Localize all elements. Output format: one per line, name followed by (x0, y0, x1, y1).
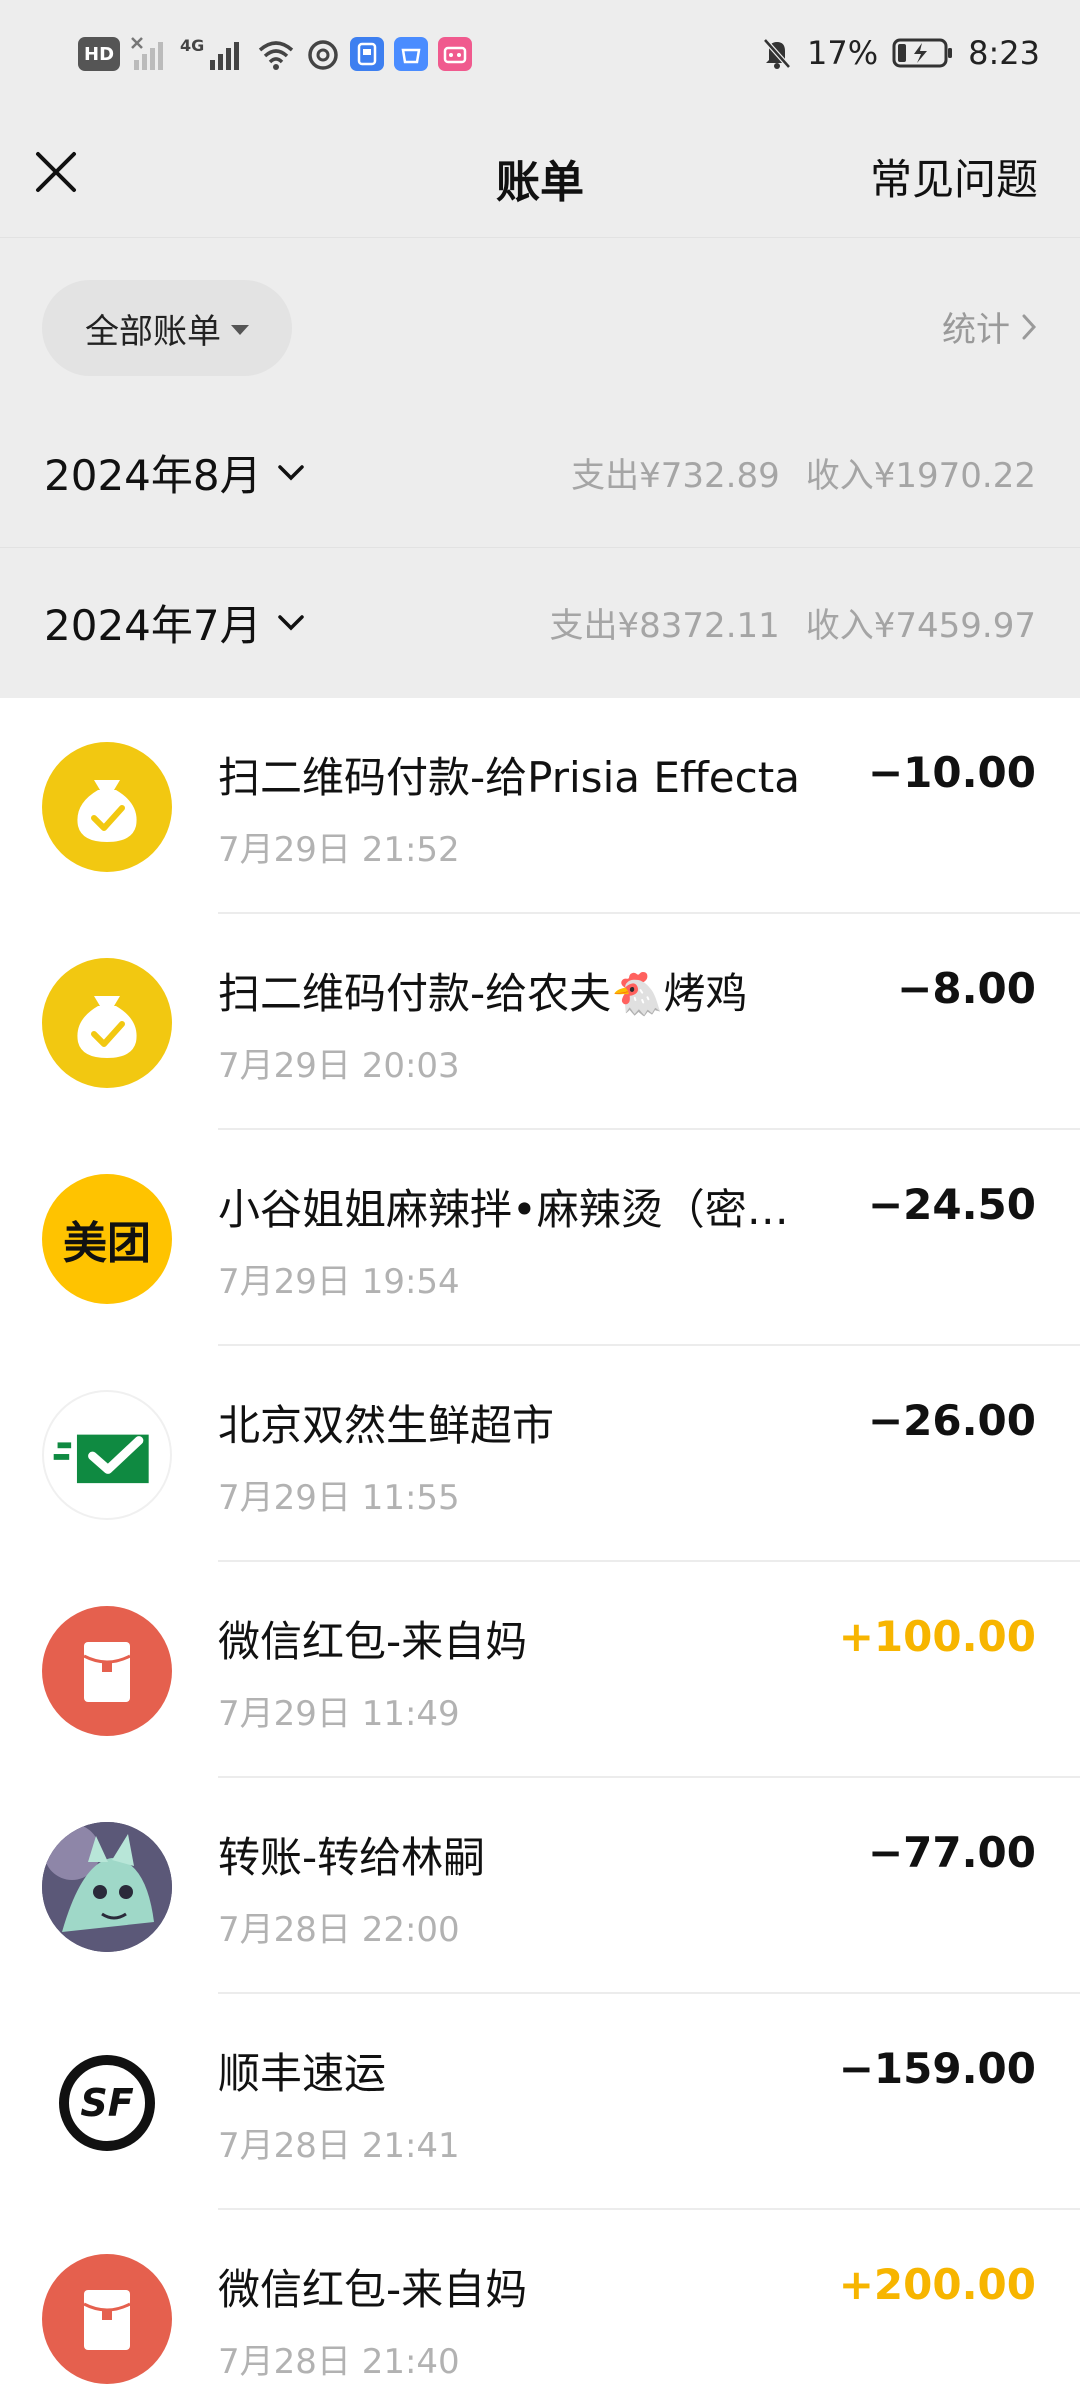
transaction-row[interactable]: 美团 小谷姐姐麻辣拌•麻辣烫（密… 7月29日 19:54 −24.50 (0, 1130, 1080, 1346)
close-icon (36, 152, 76, 192)
month-expense: 支出¥732.89 (571, 456, 780, 496)
sf-express-logo: SF (42, 2038, 172, 2168)
month-summary: 支出¥732.89 收入¥1970.22 (571, 448, 1036, 497)
month-expense: 支出¥8372.11 (549, 606, 780, 646)
transaction-title: 扫二维码付款-给Prisia Effecta (218, 753, 800, 802)
month-label: 2024年8月 (44, 451, 262, 500)
wifi-icon (259, 41, 294, 70)
transaction-time: 7月28日 21:41 (218, 2126, 460, 2166)
transaction-amount: −24.50 (867, 1180, 1036, 1229)
battery-charging-icon (892, 38, 953, 68)
green-envelope-check-icon (42, 1390, 172, 1520)
month-picker[interactable]: 2024年8月 (44, 442, 306, 503)
transaction-title: 微信红包-来自妈 (218, 2265, 528, 2314)
meituan-logo: 美团 (42, 1174, 172, 1304)
month-row-2024-08[interactable]: 2024年8月 支出¥732.89 收入¥1970.22 (0, 398, 1080, 548)
transaction-title: 顺丰速运 (218, 2049, 387, 2098)
chevron-down-icon (277, 464, 304, 480)
status-bar: HD 4G 17% 8:23 (0, 0, 1080, 110)
transaction-time: 7月29日 21:52 (218, 830, 460, 870)
stats-label: 统计 (942, 310, 1010, 350)
meituan-logo-text: 美团 (63, 1218, 151, 1269)
month-label: 2024年7月 (44, 601, 262, 650)
transaction-amount: +200.00 (838, 2260, 1036, 2309)
status-icons-right: 17% 8:23 (761, 30, 1040, 76)
bilibili-icon (438, 37, 473, 71)
screen: HD 4G 17% 8:23 账单 常见问题 全部账单 统计 2024年8月 支… (0, 0, 1080, 2400)
close-button[interactable] (30, 146, 82, 198)
transaction-row[interactable]: SF 顺丰速运 7月28日 21:41 −159.00 (0, 1994, 1080, 2210)
all-bills-dropdown[interactable]: 全部账单 (42, 280, 292, 376)
filter-row: 全部账单 统计 (0, 238, 1080, 398)
transaction-row[interactable]: 扫二维码付款-给农夫🐔烤鸡 7月29日 20:03 −8.00 (0, 914, 1080, 1130)
sf-logo-text: SF (80, 2081, 134, 2125)
money-bag-icon (42, 958, 172, 1088)
user-avatar (42, 1822, 172, 1952)
transaction-time: 7月29日 19:54 (218, 1262, 460, 1302)
battery-percent: 17% (807, 34, 879, 72)
money-bag-icon (42, 742, 172, 872)
chevron-right-icon (1022, 314, 1037, 339)
mute-bell-icon (763, 38, 791, 69)
netease-music-icon (308, 40, 339, 70)
transaction-row[interactable]: 扫二维码付款-给Prisia Effecta 7月29日 21:52 −10.0… (0, 698, 1080, 914)
transaction-amount: −10.00 (867, 748, 1036, 797)
stats-link[interactable]: 统计 (942, 302, 1038, 351)
transaction-amount: −77.00 (867, 1828, 1036, 1877)
transaction-time: 7月29日 20:03 (218, 1046, 460, 1086)
month-summary: 支出¥8372.11 收入¥7459.97 (550, 598, 1036, 647)
faq-link[interactable]: 常见问题 (870, 146, 1038, 207)
status-icons-left: HD 4G (78, 34, 473, 74)
transaction-time: 7月29日 11:55 (218, 1478, 460, 1518)
transaction-title: 转账-转给林嗣 (218, 1833, 486, 1882)
transaction-row[interactable]: 微信红包-来自妈 7月28日 21:40 +200.00 (0, 2210, 1080, 2400)
month-income: 收入¥7459.97 (805, 606, 1036, 646)
transaction-time: 7月29日 11:49 (218, 1694, 460, 1734)
month-income: 收入¥1970.22 (805, 456, 1036, 496)
red-packet-icon (42, 2254, 172, 2384)
transaction-amount: +100.00 (838, 1612, 1036, 1661)
signal-icon (210, 42, 240, 70)
clock: 8:23 (968, 34, 1040, 72)
transaction-row[interactable]: 转账-转给林嗣 7月28日 22:00 −77.00 (0, 1778, 1080, 1994)
app-store-icon (394, 37, 429, 71)
all-bills-label: 全部账单 (85, 311, 221, 352)
month-picker[interactable]: 2024年7月 (44, 592, 306, 653)
transaction-title: 北京双然生鲜超市 (218, 1401, 555, 1450)
transaction-row[interactable]: 北京双然生鲜超市 7月29日 11:55 −26.00 (0, 1346, 1080, 1562)
app-notification-icon (350, 37, 385, 71)
chevron-down-icon (277, 614, 304, 630)
hd-icon: HD (78, 37, 121, 71)
transaction-title: 微信红包-来自妈 (218, 1617, 528, 1666)
caret-down-icon (231, 325, 249, 335)
transaction-title: 扫二维码付款-给农夫🐔烤鸡 (218, 969, 748, 1018)
title-bar: 账单 常见问题 (0, 110, 1080, 238)
signal-off-icon (131, 37, 164, 70)
transaction-time: 7月28日 22:00 (218, 1910, 460, 1950)
month-row-2024-07[interactable]: 2024年7月 支出¥8372.11 收入¥7459.97 (0, 548, 1080, 698)
transaction-time: 7月28日 21:40 (218, 2342, 460, 2382)
transaction-row[interactable]: 微信红包-来自妈 7月29日 11:49 +100.00 (0, 1562, 1080, 1778)
transaction-title: 小谷姐姐麻辣拌•麻辣烫（密… (218, 1185, 789, 1234)
red-packet-icon (42, 1606, 172, 1736)
transaction-amount: −159.00 (838, 2044, 1036, 2093)
transaction-amount: −8.00 (897, 964, 1036, 1013)
network-type-label: 4G (180, 35, 205, 55)
transaction-amount: −26.00 (867, 1396, 1036, 1445)
transaction-list: 扫二维码付款-给Prisia Effecta 7月29日 21:52 −10.0… (0, 698, 1080, 2400)
